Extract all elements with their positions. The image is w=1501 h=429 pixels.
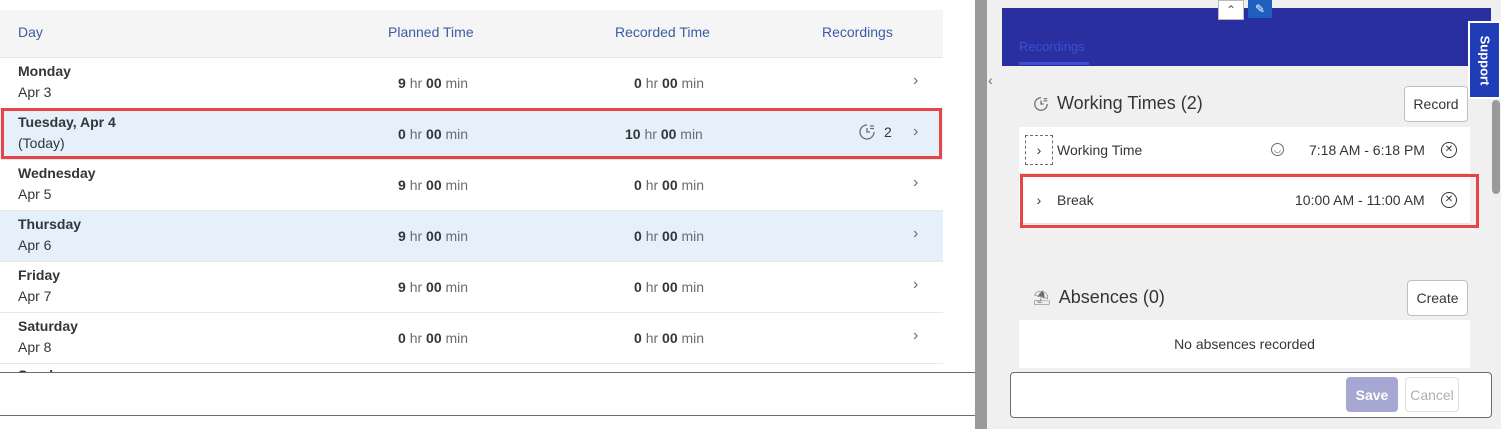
no-absences-message: No absences recorded — [1019, 320, 1470, 368]
day-date: Apr 6 — [18, 237, 52, 253]
save-button[interactable]: Save — [1346, 377, 1398, 412]
remove-icon[interactable]: ✕ — [1441, 142, 1457, 158]
cancel-button[interactable]: Cancel — [1405, 377, 1459, 412]
table-row-saturday[interactable]: Saturday Apr 8 0 hr 00 min 0 hr 00 min › — [0, 313, 943, 364]
working-times-title: Working Times (2) — [1033, 93, 1203, 114]
day-name: Tuesday, Apr 4 — [18, 114, 116, 130]
item-label: Working Time — [1057, 142, 1143, 158]
item-label: Break — [1057, 192, 1094, 208]
absence-icon: ⛱ — [1033, 289, 1051, 305]
recordings-count: 2 — [858, 123, 892, 141]
table-header: Day Planned Time Recorded Time Recording… — [0, 10, 943, 58]
working-time-icon — [859, 124, 875, 140]
day-date: Apr 7 — [18, 288, 52, 304]
chevron-up-icon[interactable]: ⌃ — [1218, 0, 1244, 20]
support-tab[interactable]: Support — [1468, 21, 1501, 99]
planned-time: 9 hr 00 min — [398, 279, 469, 295]
chevron-right-icon[interactable]: › — [1025, 185, 1053, 215]
week-table: Day Planned Time Recorded Time Recording… — [0, 10, 943, 379]
column-header-day[interactable]: Day — [18, 24, 43, 40]
column-header-planned[interactable]: Planned Time — [388, 24, 474, 40]
table-row-wednesday[interactable]: Wednesday Apr 5 9 hr 00 min 0 hr 00 min … — [0, 160, 943, 211]
recorded-time: 10 hr 00 min — [625, 126, 703, 142]
user-icon: ◡ — [1271, 143, 1284, 156]
planned-time: 0 hr 00 min — [398, 330, 469, 346]
working-time-icon — [1034, 96, 1048, 111]
day-name: Friday — [18, 267, 61, 283]
day-date: Apr 3 — [18, 84, 52, 100]
item-time: 7:18 AM - 6:18 PM — [1309, 142, 1425, 158]
tab-recordings[interactable]: Recordings — [1019, 39, 1085, 54]
chevron-right-icon[interactable]: › — [1025, 135, 1053, 165]
day-name: Saturday — [18, 318, 78, 334]
remove-icon[interactable]: ✕ — [1441, 192, 1457, 208]
chevron-right-icon[interactable]: › — [913, 123, 918, 141]
table-row-monday[interactable]: Monday Apr 3 9 hr 00 min 0 hr 00 min › — [0, 58, 943, 109]
item-time: 10:00 AM - 11:00 AM — [1295, 192, 1425, 208]
planned-time: 9 hr 00 min — [398, 177, 469, 193]
tab-underline — [1019, 62, 1089, 65]
day-name: Monday — [18, 63, 71, 79]
splitter-bar[interactable] — [975, 0, 987, 429]
week-overview-pane: Day Planned Time Recorded Time Recording… — [0, 0, 975, 429]
day-date: (Today) — [18, 135, 65, 151]
column-header-recordings[interactable]: Recordings — [822, 24, 893, 40]
day-date: Apr 8 — [18, 339, 52, 355]
recorded-time: 0 hr 00 min — [634, 330, 705, 346]
chevron-right-icon[interactable]: › — [913, 225, 918, 243]
column-header-recorded[interactable]: Recorded Time — [615, 24, 710, 40]
collapse-panel-icon[interactable]: ‹ — [988, 72, 993, 88]
chevron-right-icon[interactable]: › — [913, 327, 918, 345]
recorded-time: 0 hr 00 min — [634, 228, 705, 244]
break-item[interactable]: › Break 10:00 AM - 11:00 AM ✕ — [1019, 177, 1470, 224]
left-footer-bar — [0, 372, 978, 416]
recorded-time: 0 hr 00 min — [634, 279, 705, 295]
splitter-gutter — [987, 0, 1002, 429]
table-row-tuesday-today[interactable]: Tuesday, Apr 4 (Today) 0 hr 00 min 10 hr… — [0, 109, 943, 160]
planned-time: 9 hr 00 min — [398, 75, 469, 91]
planned-time: 0 hr 00 min — [398, 126, 469, 142]
record-button[interactable]: Record — [1404, 86, 1468, 122]
pin-icon[interactable]: ✎ — [1248, 0, 1272, 18]
table-row-thursday[interactable]: Thursday Apr 6 9 hr 00 min 0 hr 00 min › — [0, 211, 943, 262]
chevron-right-icon[interactable]: › — [913, 174, 918, 192]
table-row-friday[interactable]: Friday Apr 7 9 hr 00 min 0 hr 00 min › — [0, 262, 943, 313]
day-date: Apr 5 — [18, 186, 52, 202]
day-name: Wednesday — [18, 165, 96, 181]
recorded-time: 0 hr 00 min — [634, 75, 705, 91]
recorded-time: 0 hr 00 min — [634, 177, 705, 193]
day-name: Thursday — [18, 216, 82, 232]
create-button[interactable]: Create — [1407, 280, 1468, 316]
planned-time: 9 hr 00 min — [398, 228, 469, 244]
chevron-right-icon[interactable]: › — [913, 276, 918, 294]
absences-title: ⛱ Absences (0) — [1033, 287, 1165, 307]
panel-scrollbar[interactable] — [1492, 100, 1500, 194]
working-time-item[interactable]: › Working Time ◡ 7:18 AM - 6:18 PM ✕ — [1019, 127, 1470, 174]
chevron-right-icon[interactable]: › — [913, 72, 918, 90]
header-buttons: ⌃ ✎ — [1218, 0, 1272, 20]
